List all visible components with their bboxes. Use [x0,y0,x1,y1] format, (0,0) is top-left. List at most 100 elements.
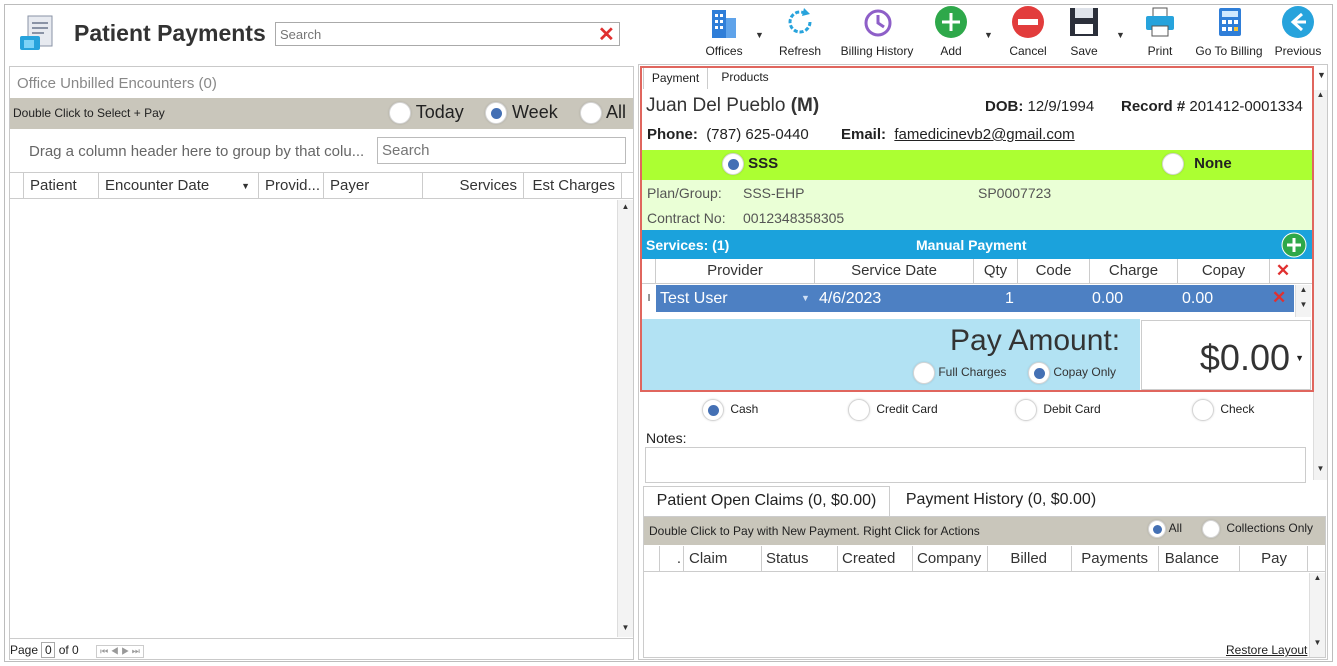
method-cash-radio[interactable]: Cash [702,399,758,421]
col-patient[interactable]: Patient [24,173,99,199]
plan-value: SSS-EHP [743,185,805,201]
method-check-label: Check [1220,402,1255,417]
provider-dropdown-icon[interactable]: ▼ [801,293,810,303]
encounters-scrollbar[interactable]: ▲ ▼ [617,200,633,637]
scroll-up-icon[interactable]: ▲ [618,202,633,211]
services-row-indicator-header [642,259,656,283]
col-status[interactable]: Status [762,546,838,571]
col-code[interactable]: Code [1018,259,1090,283]
col-est-charges[interactable]: Est Charges [524,173,622,199]
services-scroll-up-icon[interactable]: ▲ [1296,285,1311,294]
full-charges-radio[interactable]: Full Charges [913,362,1006,384]
contract-value: 0012348358305 [743,210,845,226]
claims-all-radio[interactable]: All [1148,520,1182,538]
services-title: Services: (1) [646,237,730,253]
claims-scrollbar[interactable]: ▲ ▼ [1309,573,1325,657]
delete-all-services-icon[interactable]: ✕ [1270,259,1296,283]
clear-search-icon[interactable]: ✕ [598,22,615,47]
add-button[interactable]: Add [916,4,986,62]
patient-record: Record # 201412-0001334 [1121,98,1303,115]
pager-page-input[interactable]: 0 [41,642,56,658]
col-charge[interactable]: Charge [1090,259,1178,283]
col-pay[interactable]: Pay [1240,546,1308,571]
email-link[interactable]: famedicinevb2@gmail.com [894,126,1074,143]
services-scroll-down-icon[interactable]: ▼ [1296,300,1311,309]
service-copay[interactable]: 0.00 [1182,290,1213,308]
record-label: Record # [1121,98,1186,115]
col-claim[interactable]: Claim [684,546,762,571]
refresh-button[interactable]: Refresh [765,4,835,62]
go-to-billing-button[interactable]: Go To Billing [1192,4,1266,62]
save-button[interactable]: Save [1049,4,1119,62]
save-dropdown-icon[interactable]: ▼ [1116,30,1125,40]
print-button[interactable]: Print [1125,4,1195,62]
notes-label: Notes: [646,430,687,446]
copay-only-radio[interactable]: Copay Only [1028,362,1116,384]
restore-layout-link[interactable]: Restore Layout [1226,643,1307,657]
col-provider[interactable]: Provid... [259,173,324,199]
sort-dropdown-icon[interactable]: ▼ [241,173,250,199]
offices-dropdown-icon[interactable]: ▼ [755,30,764,40]
pay-amount-input[interactable]: $0.00 ▼ [1141,320,1311,390]
col-company[interactable]: Company [913,546,988,571]
cancel-icon [1012,6,1044,38]
service-qty[interactable]: 1 [1005,290,1014,308]
encounters-header-row: Patient Encounter Date ▼ Provid... Payer … [10,172,633,199]
filter-all-radio[interactable]: All [580,102,627,125]
previous-label: Previous [1274,44,1322,58]
billing-history-button[interactable]: Billing History [836,4,918,62]
insurance-sss-radio[interactable]: SSS [722,153,778,175]
services-header-row: Provider Service Date Qty Code Charge Co… [642,259,1312,284]
pager-navigation-icons[interactable]: ⏮ ◀ ▶ ⏭ [96,645,144,658]
claims-scroll-up-icon[interactable]: ▲ [1310,573,1325,582]
add-dropdown-icon[interactable]: ▼ [984,30,993,40]
previous-button[interactable]: Previous [1263,4,1333,62]
method-check-radio[interactable]: Check [1192,399,1254,421]
col-payments[interactable]: Payments [1072,546,1159,571]
patient-name: Juan Del Pueblo (M) [646,95,819,117]
email-label: Email: [841,126,887,143]
save-icon [1070,8,1098,36]
pay-amount-dropdown-icon[interactable]: ▼ [1295,353,1304,363]
service-charge[interactable]: 0.00 [1092,290,1123,308]
col-encounter-date-label: Encounter Date [105,177,210,194]
header-search-input[interactable] [275,22,620,46]
insurance-none-radio[interactable]: None [1162,153,1232,175]
service-provider[interactable]: Test User [660,290,728,308]
dob-label: DOB: [985,98,1024,115]
offices-button[interactable]: Offices [689,4,759,62]
col-service-provider[interactable]: Provider [656,259,815,283]
col-services[interactable]: Services [423,173,524,199]
encounters-search-input[interactable] [377,137,626,164]
tab-payment-history[interactable]: Payment History (0, $0.00) [895,486,1107,516]
payment-scroll-up-icon[interactable]: ▲ [1314,90,1327,99]
service-date[interactable]: 4/6/2023 [819,290,881,308]
claims-scroll-down-icon[interactable]: ▼ [1310,638,1325,647]
col-encounter-date[interactable]: Encounter Date ▼ [99,173,259,199]
col-billed[interactable]: Billed [988,546,1072,571]
method-debit-radio[interactable]: Debit Card [1015,399,1101,421]
claims-collections-radio[interactable]: Collections Only [1202,520,1313,538]
add-service-icon[interactable] [1281,232,1307,258]
col-copay[interactable]: Copay [1178,259,1270,283]
services-scrollbar[interactable]: ▲ ▼ [1295,285,1311,317]
col-payer[interactable]: Payer [324,173,423,199]
filter-all-label: All [606,102,627,122]
delete-service-icon[interactable]: ✕ [1272,288,1286,308]
copay-only-label: Copay Only [1053,365,1117,380]
notes-textarea[interactable] [645,447,1306,483]
col-balance[interactable]: Balance [1159,546,1240,571]
payment-scrollbar[interactable]: ▲ ▼ [1313,90,1327,480]
tab-open-claims[interactable]: Patient Open Claims (0, $0.00) [643,486,890,516]
col-qty[interactable]: Qty [974,259,1018,283]
col-created[interactable]: Created [838,546,913,571]
filter-today-radio[interactable]: Today [389,102,464,125]
col-service-date[interactable]: Service Date [815,259,974,283]
payment-scroll-down-icon[interactable]: ▼ [1314,464,1327,473]
filter-week-radio[interactable]: Week [485,102,558,125]
service-row[interactable]: Test User ▼ 4/6/2023 1 0.00 0.00 ✕ [656,285,1294,312]
scroll-down-icon[interactable]: ▼ [618,623,633,632]
save-label: Save [1070,44,1098,58]
billing-history-label: Billing History [840,44,914,58]
method-credit-radio[interactable]: Credit Card [848,399,938,421]
